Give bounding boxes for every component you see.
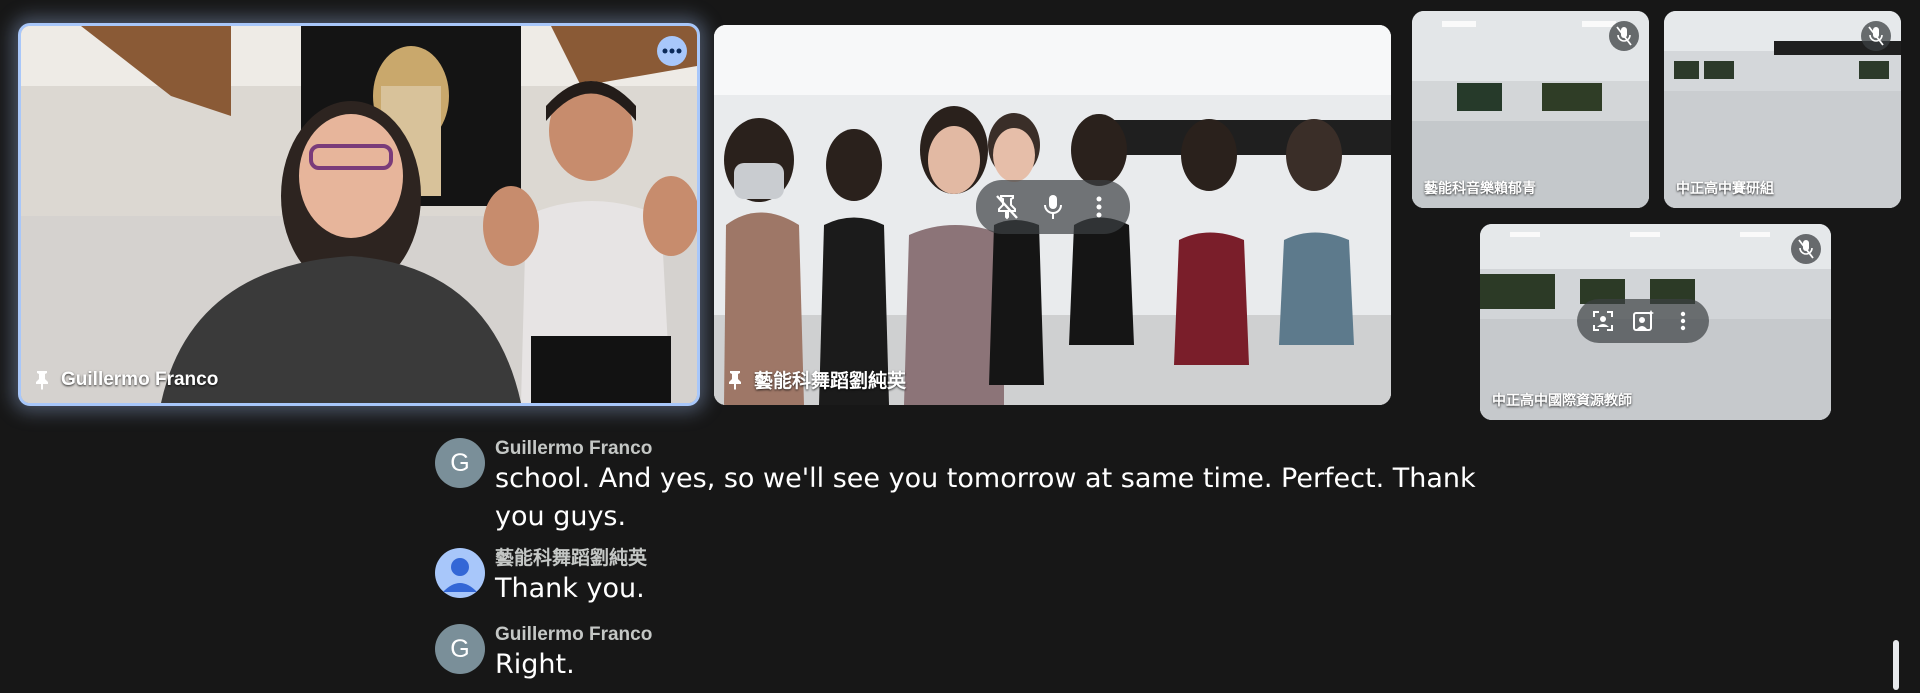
participant-name: 藝能科舞蹈劉純英 — [754, 371, 907, 392]
tile-name: 藝能科音樂賴郁青 — [1424, 178, 1536, 198]
video-tile-music[interactable]: 藝能科音樂賴郁青 — [1412, 11, 1649, 208]
caption-entry: G Guillermo Franco school. And yes, so w… — [430, 438, 1476, 536]
muted-indicator — [1861, 21, 1891, 51]
tile-hover-controls — [1577, 299, 1709, 343]
unpin-button[interactable] — [986, 186, 1028, 228]
avatar — [435, 548, 485, 598]
more-options-button[interactable] — [657, 36, 687, 66]
more-options-icon — [1680, 311, 1686, 331]
mic-off-icon — [1616, 26, 1632, 46]
caption-entry: 藝能科舞蹈劉純英 Thank you. — [430, 548, 647, 608]
video-tile-intl-resource[interactable]: 中正高中國際資源教師 — [1480, 224, 1831, 420]
video-feed — [21, 26, 697, 403]
avatar: G — [435, 624, 485, 674]
muted-indicator — [1609, 21, 1639, 51]
more-options-button[interactable] — [1665, 303, 1701, 339]
mic-icon — [1044, 195, 1062, 219]
muted-indicator — [1791, 234, 1821, 264]
unpin-icon — [996, 195, 1018, 220]
caption-text: you guys. — [495, 501, 627, 532]
tile-name: Guillermo Franco — [33, 369, 218, 391]
caption-text: Right. — [495, 649, 575, 680]
mic-off-icon — [1868, 26, 1884, 46]
caption-text: Thank you. — [495, 573, 645, 604]
mute-participant-button[interactable] — [1032, 186, 1074, 228]
visual-effects-button[interactable] — [1625, 303, 1661, 339]
tile-name: 藝能科舞蹈劉純英 — [726, 366, 906, 393]
caption-text: school. And yes, so we'll see you tomorr… — [495, 463, 1476, 494]
caption-entry: G Guillermo Franco Right. — [430, 624, 652, 684]
framing-button[interactable] — [1585, 303, 1621, 339]
tile-name: 中正高中國際資源教師 — [1492, 390, 1632, 410]
visual-effects-icon — [1633, 310, 1654, 331]
video-tile-research[interactable]: 中正高中賽研組 — [1664, 11, 1901, 208]
participant-name: 藝能科音樂賴郁青 — [1424, 180, 1536, 196]
video-tile-guillermo-franco[interactable]: Guillermo Franco — [18, 23, 700, 406]
more-options-icon — [1096, 196, 1102, 218]
framing-icon — [1593, 311, 1613, 331]
more-options-button[interactable] — [1078, 186, 1120, 228]
participant-name: 中正高中國際資源教師 — [1492, 392, 1632, 408]
tile-hover-controls — [976, 180, 1130, 234]
avatar: G — [435, 438, 485, 488]
mic-off-icon — [1798, 239, 1814, 259]
more-options-icon — [662, 48, 682, 54]
pin-icon — [36, 371, 48, 390]
participant-name: Guillermo Franco — [61, 369, 219, 390]
pin-icon — [729, 370, 741, 390]
caption-speaker: Guillermo Franco — [495, 624, 653, 645]
captions-scrollbar[interactable] — [1893, 640, 1899, 690]
caption-speaker: Guillermo Franco — [495, 438, 653, 459]
caption-speaker: 藝能科舞蹈劉純英 — [495, 548, 648, 569]
tile-name: 中正高中賽研組 — [1676, 178, 1774, 198]
person-icon — [443, 558, 477, 592]
participant-name: 中正高中賽研組 — [1676, 180, 1774, 196]
video-tile-dance-class[interactable]: 藝能科舞蹈劉純英 — [714, 25, 1391, 405]
